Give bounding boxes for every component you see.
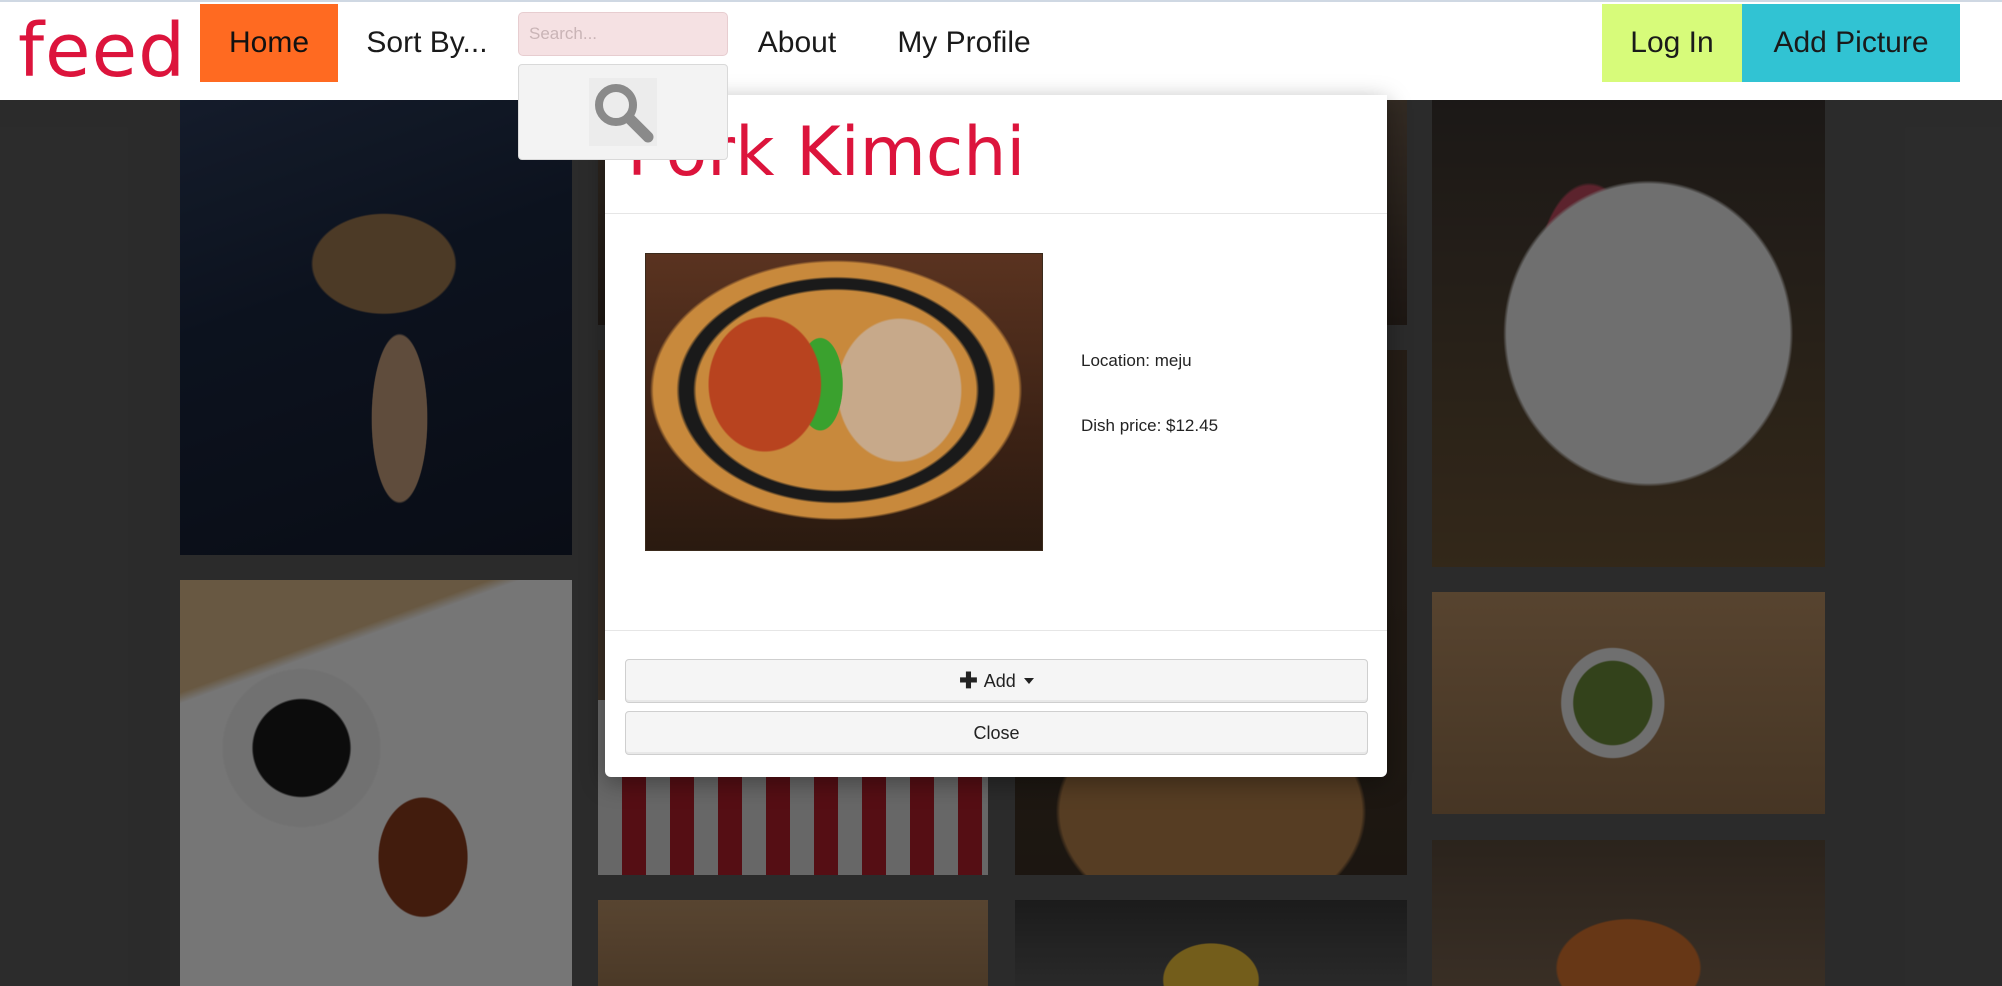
plus-icon: ✚ (959, 668, 978, 693)
modal-body: Location: meju Dish price: $12.45 (605, 215, 1387, 630)
nav-about-link[interactable]: About (744, 4, 850, 82)
feed-logo[interactable]: feed (18, 6, 186, 96)
nav-my-profile-link[interactable]: My Profile (884, 4, 1044, 82)
search-input[interactable] (518, 12, 728, 56)
caret-down-icon (1023, 678, 1034, 684)
search-icon (589, 78, 657, 146)
navbar: feed Home Sort By... About My Profile Lo… (0, 0, 2002, 100)
search-button[interactable] (518, 64, 728, 160)
dish-modal: Pork Kimchi Location: meju Dish price: $… (605, 95, 1387, 777)
nav-home-link[interactable]: Home (200, 4, 338, 82)
dish-location: Location: meju (1081, 351, 1192, 370)
modal-footer: ✚ Add Close (605, 630, 1387, 777)
close-button[interactable]: Close (625, 711, 1368, 755)
dish-price: Dish price: $12.45 (1081, 416, 1219, 435)
add-picture-button[interactable]: Add Picture (1742, 4, 1960, 82)
log-in-button[interactable]: Log In (1602, 4, 1742, 82)
add-dropdown-button[interactable]: ✚ Add (625, 659, 1368, 703)
add-button-label: Add (983, 670, 1016, 691)
nav-sort-by-dropdown[interactable]: Sort By... (352, 4, 502, 82)
dish-photo (645, 253, 1043, 551)
